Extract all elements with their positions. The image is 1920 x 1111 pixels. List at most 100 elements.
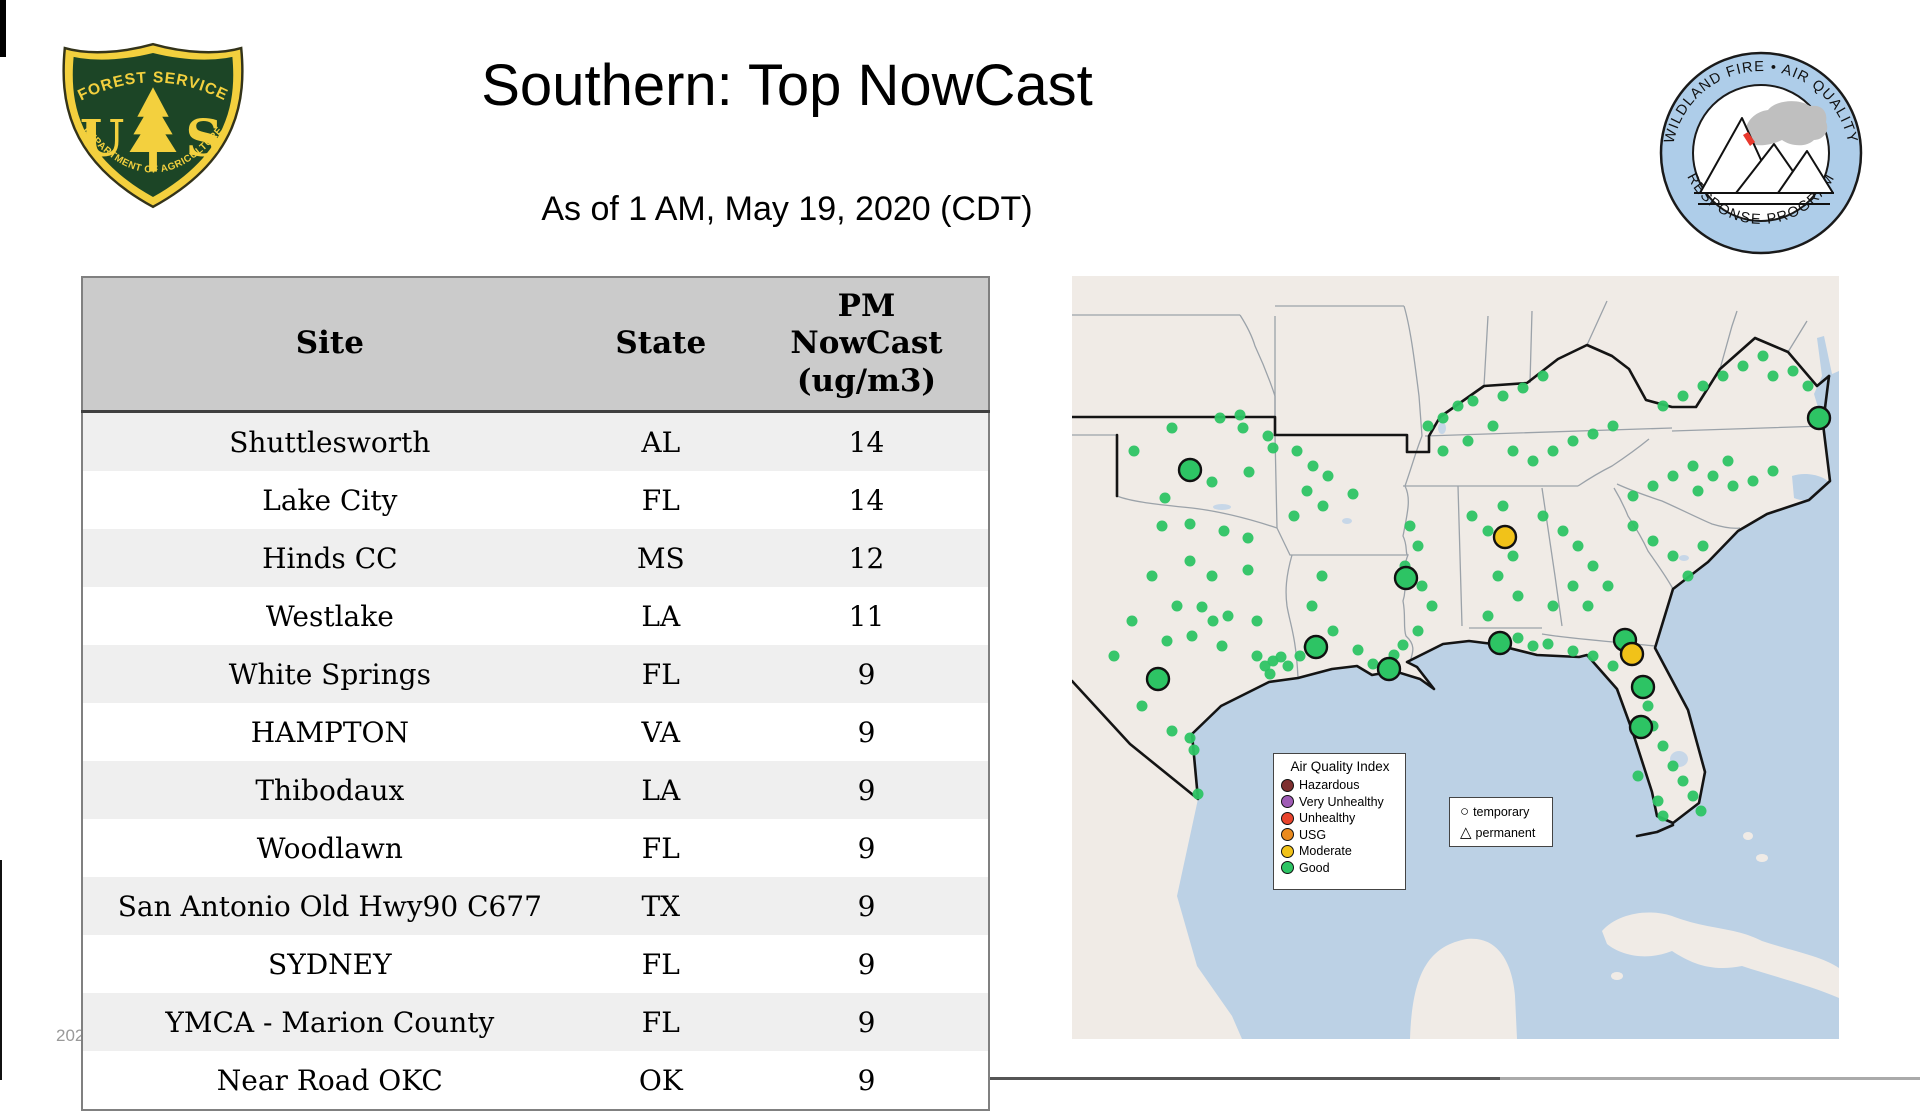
monitor-dot [1497,390,1509,402]
top-site-marker-good [1487,630,1513,656]
table-row: San Antonio Old Hwy90 C677 TX 9 [82,877,989,935]
site-cell: Thibodaux [82,761,577,819]
monitor-dot [1251,615,1263,627]
monitor-dot [1697,540,1709,552]
aqi-swatch-icon [1281,828,1294,842]
monitor-dot [1242,564,1254,576]
monitor-dot [1547,445,1559,457]
state-cell: FL [576,935,745,993]
aqi-legend-item: Unhealthy [1281,810,1399,827]
screen-edge-artifact [0,860,2,1080]
monitor-dot [1317,500,1329,512]
aqi-legend-label: Hazardous [1299,778,1360,793]
aqi-swatch-icon [1281,844,1294,858]
monitor-dot [1322,470,1334,482]
site-cell: SYDNEY [82,935,577,993]
monitor-dot [1188,744,1200,756]
monitor-dot [1722,455,1734,467]
monitor-dot [1214,412,1226,424]
monitor-dot [1667,470,1679,482]
monitor-dot [1587,650,1599,662]
wfaqrp-logo: WILDLAND FIRE • AIR QUALITY RESPONSE PRO… [1659,51,1863,255]
aqi-legend-label: Good [1299,860,1330,875]
monitor-dot [1542,638,1554,650]
monitor-dot [1196,601,1208,613]
monitor-dot [1452,400,1464,412]
monitor-dot [1557,525,1569,537]
monitor-dot [1307,460,1319,472]
monitor-dot [1747,475,1759,487]
monitor-dot [1291,445,1303,457]
pm-cell: 9 [744,1051,989,1110]
monitor-dot [1527,455,1539,467]
site-cell: Shuttlesworth [82,411,577,471]
monitor-dot [1677,775,1689,787]
table-body: Shuttlesworth AL 14 Lake City FL 14 Hinds CC MS… [82,411,989,1110]
pm-cell: 9 [744,935,989,993]
table-row: Near Road OKC OK 9 [82,1051,989,1110]
state-cell: MS [576,529,745,587]
monitor-dot [1156,520,1168,532]
site-cell: Lake City [82,471,577,529]
monitor-dot [1767,465,1779,477]
monitor-dot [1222,610,1234,622]
aqi-legend-item: Very Unhealthy [1281,794,1399,811]
aqi-legend-item: Good [1281,860,1399,877]
top-site-marker-good [1376,656,1402,682]
monitor-dot [1657,400,1669,412]
monitor-dot [1802,380,1814,392]
monitor-dot [1426,600,1438,612]
monitor-dot [1186,630,1198,642]
monitor-dot [1466,510,1478,522]
state-cell: OK [576,1051,745,1110]
top-site-marker-moderate [1492,524,1518,550]
monitor-dot [1397,639,1409,651]
monitor-dot [1567,435,1579,447]
monitor-dot [1667,550,1679,562]
monitor-dot [1517,382,1529,394]
monitor-dot [1146,570,1158,582]
monitor-dot [1687,790,1699,802]
monitor-dot [1184,555,1196,567]
monitor-dot [1757,350,1769,362]
monitor-dot [1507,445,1519,457]
aqi-legend-item: USG [1281,827,1399,844]
monitor-dot [1512,632,1524,644]
monitor-dot [1159,492,1171,504]
monitor-dot [1682,570,1694,582]
monitor-dot [1602,580,1614,592]
monitor-dot [1437,445,1449,457]
monitor-dot [1237,422,1249,434]
pm-cell: 9 [744,645,989,703]
monitor-dot [1267,442,1279,454]
aqi-legend-label: Moderate [1299,844,1352,859]
monitor-dot [1642,700,1654,712]
top-site-marker-moderate [1619,641,1645,667]
aqi-swatch-icon [1281,778,1294,792]
monitor-dot [1607,660,1619,672]
state-cell: TX [576,877,745,935]
monitor-dot [1572,540,1584,552]
table-row: White Springs FL 9 [82,645,989,703]
symbol-legend: ○ temporary △ permanent [1449,797,1553,847]
top-site-marker-good [1145,666,1171,692]
monitor-dot [1647,480,1659,492]
monitor-dot [1166,422,1178,434]
monitor-dot [1687,460,1699,472]
table-row: YMCA - Marion County FL 9 [82,993,989,1051]
pm-cell: 9 [744,761,989,819]
monitor-dot [1647,535,1659,547]
monitor-dot [1108,650,1120,662]
aqi-legend-label: Very Unhealthy [1299,794,1384,809]
monitor-dot [1437,412,1449,424]
monitor-dot [1667,760,1679,772]
monitor-dot [1412,540,1424,552]
monitor-dot [1218,525,1230,537]
map-canvas [1072,276,1839,1039]
monitor-dot [1677,390,1689,402]
pm-cell: 11 [744,587,989,645]
monitor-dot [1607,420,1619,432]
monitor-dot [1136,700,1148,712]
monitor-dot [1251,650,1263,662]
monitor-dot [1657,810,1669,822]
